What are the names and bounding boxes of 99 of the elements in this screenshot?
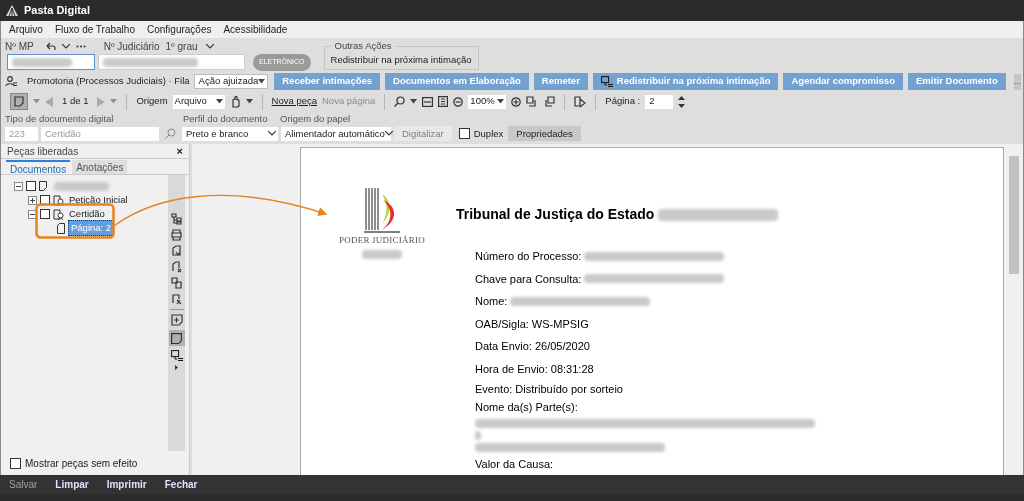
checkbox[interactable] <box>10 457 21 469</box>
expand-icon[interactable] <box>28 195 37 205</box>
page-button[interactable] <box>168 330 185 346</box>
toolbar-link[interactable]: Nova peça <box>271 94 317 109</box>
document-profile-select[interactable]: Preto e branco <box>182 126 278 141</box>
stack-icon[interactable] <box>171 229 182 241</box>
tree-checkbox[interactable] <box>26 181 36 191</box>
menu-item[interactable]: Acessibilidade <box>223 22 288 37</box>
document-icon <box>39 181 47 191</box>
caret-icon[interactable] <box>497 99 505 105</box>
panel-tab[interactable]: Anotações <box>72 160 128 174</box>
properties-button[interactable]: Propriedades <box>508 126 581 142</box>
document-icon <box>14 96 24 108</box>
pager-text: 1 de 1 <box>62 94 89 109</box>
rotate-left-icon[interactable] <box>543 95 556 108</box>
panel-tab[interactable]: Documentos <box>6 160 71 174</box>
field-label: Origem do papel <box>280 114 351 125</box>
field-label: Perfil do documento <box>183 114 269 125</box>
person-queue-icon <box>5 76 17 87</box>
more-icon[interactable] <box>75 44 86 48</box>
monitor-list-icon <box>600 76 613 87</box>
certificate-icon <box>53 208 64 220</box>
chevron-down-icon[interactable] <box>205 43 214 49</box>
paper-source-select[interactable]: Alimentador automático <box>281 126 391 141</box>
caret-icon[interactable] <box>215 99 223 105</box>
document-text: OAB/Sigla: WS-MPSIG <box>475 316 589 332</box>
rotate-right-icon[interactable] <box>526 95 539 108</box>
caret-icon[interactable] <box>258 79 266 84</box>
copy-icon[interactable] <box>171 277 182 289</box>
document-title: Tribunal de Justiça do Estado <box>456 205 655 224</box>
document-text: Hora de Envio: 08:31:28 <box>475 361 594 377</box>
menu-item[interactable]: Arquivo <box>9 22 43 37</box>
field-label: Página : <box>605 94 641 109</box>
field-label: Origem <box>136 94 168 109</box>
pyramid-icon <box>6 5 18 16</box>
document-text: Nome: <box>475 294 508 309</box>
page-view-button[interactable] <box>10 93 28 111</box>
panel-title: Peças liberadas <box>7 144 79 159</box>
document-text: Número do Processo: <box>475 249 582 264</box>
fit-page-icon[interactable] <box>438 96 449 108</box>
page-icon <box>57 222 65 234</box>
close-button[interactable]: × <box>176 145 183 157</box>
judicial-number-field[interactable] <box>98 54 245 71</box>
field-label: Nº MP <box>5 39 34 54</box>
queue-select[interactable]: Ação ajuizada <box>193 74 269 89</box>
document-pointer-icon[interactable] <box>574 95 587 108</box>
zoom-select[interactable]: 100% <box>468 94 507 109</box>
footer-button[interactable]: Fechar <box>164 477 198 492</box>
origin-select[interactable]: Arquivo <box>172 94 225 109</box>
footer-button[interactable]: Limpar <box>55 477 89 492</box>
redacted-text <box>361 249 402 259</box>
menu-item[interactable]: Fluxo de Trabalho <box>54 22 135 37</box>
scrollbar-thumb[interactable] <box>1009 156 1019 274</box>
document-text: Evento: Distribuído por sorteio <box>475 381 623 397</box>
tree-item[interactable]: Certidão <box>67 206 107 222</box>
document-text: Data Envio: 26/05/2020 <box>475 339 590 354</box>
pillars-drawing <box>363 186 400 234</box>
zoom-in-icon[interactable] <box>511 96 522 107</box>
mp-number-field[interactable] <box>7 54 95 71</box>
redacted-text <box>475 431 481 440</box>
zoom-out-icon[interactable] <box>453 96 464 107</box>
duplex-checkbox[interactable] <box>458 128 470 140</box>
queue-label: Promotoria (Processos Judiciais) · Fila <box>27 74 190 89</box>
chevron-down-icon <box>268 131 276 137</box>
spinner-icon[interactable] <box>678 95 686 108</box>
other-action-text: Redistribuir na próxima intimação <box>330 53 472 68</box>
document-text: Chave para Consulta: <box>475 271 582 287</box>
checkbox-label: Duplex <box>473 126 504 141</box>
undo-icon[interactable] <box>45 42 56 50</box>
tree-item[interactable]: Petição Inicial <box>67 192 130 208</box>
caret-icon[interactable] <box>245 99 253 105</box>
footer-button[interactable]: Imprimir <box>106 477 147 492</box>
field-label: Tipo de documento digital <box>5 114 115 125</box>
fit-width-icon[interactable] <box>422 96 434 107</box>
chevron-down-icon <box>384 131 393 137</box>
tree-checkbox[interactable] <box>40 209 50 219</box>
page-number-field[interactable]: 2 <box>645 94 674 109</box>
tree-structure-icon[interactable] <box>171 213 182 225</box>
checkbox-label: Mostrar peças sem efeito <box>25 456 138 471</box>
collapse-icon[interactable] <box>14 181 23 191</box>
tree-checkbox[interactable] <box>40 195 50 205</box>
certificate-icon <box>53 194 64 206</box>
document-text: Nome da(s) Parte(s): <box>475 399 578 415</box>
document-text: Valor da Causa: <box>475 456 554 472</box>
group-title: Outras Ações <box>333 39 393 53</box>
logo-text: PODER JUDICIÁRIO <box>339 234 425 247</box>
add-page-icon[interactable] <box>170 314 183 326</box>
search-icon[interactable] <box>394 96 406 108</box>
more-button[interactable]: ... <box>1013 73 1022 90</box>
collapse-icon[interactable] <box>28 209 37 219</box>
caret-icon[interactable] <box>410 99 418 105</box>
menu-item[interactable]: Configurações <box>146 22 212 37</box>
field-label: Nº Judiciário <box>103 39 160 54</box>
instance-label: 1º grau <box>165 39 198 54</box>
monitor-list-icon[interactable] <box>170 350 183 361</box>
window-title: Pasta Digital <box>24 3 91 19</box>
chevron-down-icon[interactable] <box>61 43 70 49</box>
caret-right-icon[interactable] <box>175 365 178 370</box>
page-icon <box>171 332 182 344</box>
